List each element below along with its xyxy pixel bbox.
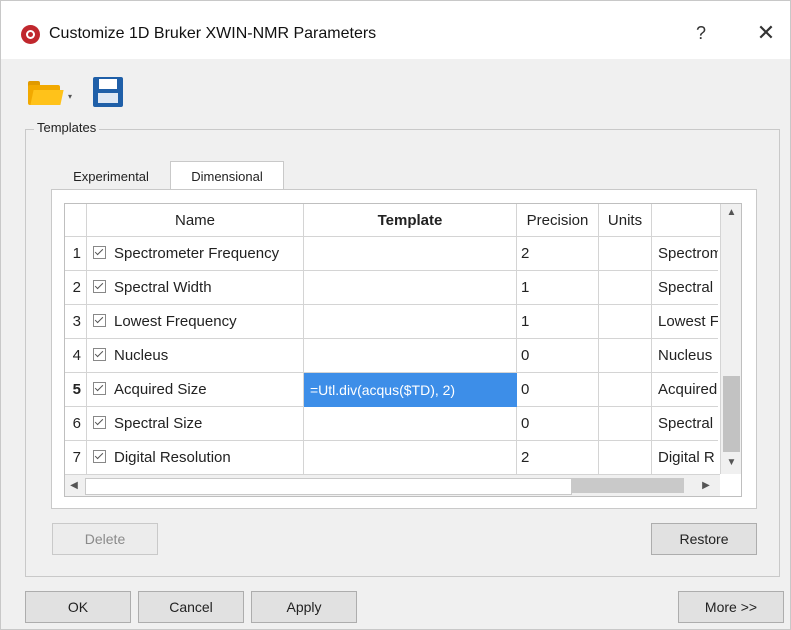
restore-button[interactable]: Restore [651, 523, 757, 555]
row-number[interactable]: 2 [65, 271, 87, 305]
templates-group-title: Templates [34, 120, 100, 135]
row-number[interactable]: 6 [65, 407, 87, 441]
units-cell[interactable] [599, 373, 652, 407]
name-cell[interactable]: Acquired Size [87, 373, 304, 407]
units-cell[interactable] [599, 441, 652, 475]
table-corner-header[interactable] [65, 204, 87, 237]
vertical-scrollbar[interactable]: ▲ ▼ [720, 204, 741, 474]
scroll-up-icon[interactable]: ▲ [721, 204, 741, 222]
description-cell[interactable]: Nucleus [652, 339, 718, 373]
apply-button[interactable]: Apply [251, 591, 357, 623]
window-title: Customize 1D Bruker XWIN-NMR Parameters [49, 25, 377, 42]
name-text: Digital Resolution [114, 449, 231, 466]
table-row[interactable]: 2 Spectral Width 1 Spectral [65, 271, 741, 305]
row-checkbox[interactable] [93, 280, 106, 293]
row-checkbox[interactable] [93, 416, 106, 429]
tab-dimensional[interactable]: Dimensional [170, 161, 284, 189]
customize-parameters-dialog: Customize 1D Bruker XWIN-NMR Parameters … [0, 0, 791, 630]
close-button[interactable]: ✕ [753, 19, 779, 47]
cancel-button[interactable]: Cancel [138, 591, 244, 623]
name-cell[interactable]: Nucleus [87, 339, 304, 373]
units-cell[interactable] [599, 305, 652, 339]
parameters-table: Name Template Precision Units 1 Spectrom… [64, 203, 742, 497]
row-number[interactable]: 5 [65, 373, 87, 407]
name-text: Nucleus [114, 347, 169, 364]
name-text: Lowest Frequency [114, 313, 237, 330]
template-cell[interactable] [304, 407, 517, 441]
ok-button[interactable]: OK [25, 591, 131, 623]
horizontal-scroll-track[interactable] [572, 478, 684, 493]
column-header-units[interactable]: Units [599, 204, 652, 237]
app-logo-icon [21, 25, 40, 44]
template-cell[interactable] [304, 237, 517, 271]
table-row[interactable]: 6 Spectral Size 0 Spectral [65, 407, 741, 441]
open-template-button[interactable]: ▾ [28, 77, 76, 107]
template-cell-selected[interactable]: =Utl.div(acqus($TD), 2) [304, 373, 517, 407]
precision-cell[interactable]: 2 [517, 441, 599, 475]
name-text: Spectral Size [114, 415, 203, 432]
table-row[interactable]: 7 Digital Resolution 2 Digital R [65, 441, 741, 475]
row-number[interactable]: 7 [65, 441, 87, 475]
horizontal-scroll-thumb[interactable] [85, 478, 572, 495]
row-number[interactable]: 1 [65, 237, 87, 271]
precision-cell[interactable]: 0 [517, 373, 599, 407]
template-cell[interactable] [304, 441, 517, 475]
description-cell[interactable]: Spectral [652, 407, 718, 441]
row-checkbox[interactable] [93, 348, 106, 361]
horizontal-scrollbar[interactable]: ◀ ▶ [65, 474, 720, 496]
units-cell[interactable] [599, 339, 652, 373]
description-cell[interactable]: Spectrometer [652, 237, 718, 271]
row-checkbox[interactable] [93, 314, 106, 327]
row-checkbox[interactable] [93, 450, 106, 463]
table-row[interactable]: 3 Lowest Frequency 1 Lowest F [65, 305, 741, 339]
name-cell[interactable]: Digital Resolution [87, 441, 304, 475]
scroll-right-icon[interactable]: ▶ [697, 475, 715, 496]
description-cell[interactable]: Lowest F [652, 305, 718, 339]
units-cell[interactable] [599, 237, 652, 271]
template-cell[interactable] [304, 339, 517, 373]
precision-cell[interactable]: 1 [517, 271, 599, 305]
row-checkbox[interactable] [93, 246, 106, 259]
tab-experimental[interactable]: Experimental [59, 161, 163, 189]
description-cell[interactable]: Acquired [652, 373, 718, 407]
name-text: Spectrometer Frequency [114, 245, 280, 262]
name-text: Spectral Width [114, 279, 212, 296]
units-cell[interactable] [599, 407, 652, 441]
table-row[interactable]: 4 Nucleus 0 Nucleus [65, 339, 741, 373]
row-checkbox[interactable] [93, 382, 106, 395]
precision-cell[interactable]: 2 [517, 237, 599, 271]
chevron-down-icon[interactable]: ▾ [68, 92, 72, 101]
column-header-precision[interactable]: Precision [517, 204, 599, 237]
scroll-left-icon[interactable]: ◀ [65, 475, 83, 496]
name-text: Acquired Size [114, 381, 207, 398]
row-number[interactable]: 4 [65, 339, 87, 373]
help-button[interactable]: ? [689, 19, 713, 47]
name-cell[interactable]: Spectrometer Frequency [87, 237, 304, 271]
row-number[interactable]: 3 [65, 305, 87, 339]
save-icon[interactable] [93, 77, 123, 107]
delete-button[interactable]: Delete [52, 523, 158, 555]
precision-cell[interactable]: 0 [517, 407, 599, 441]
template-cell[interactable] [304, 271, 517, 305]
name-cell[interactable]: Spectral Width [87, 271, 304, 305]
title-bar: Customize 1D Bruker XWIN-NMR Parameters … [1, 1, 790, 59]
units-cell[interactable] [599, 271, 652, 305]
precision-cell[interactable]: 1 [517, 305, 599, 339]
vertical-scroll-thumb[interactable] [723, 376, 740, 452]
name-cell[interactable]: Lowest Frequency [87, 305, 304, 339]
column-header-description[interactable] [652, 204, 720, 237]
scroll-down-icon[interactable]: ▼ [721, 454, 741, 472]
description-cell[interactable]: Spectral [652, 271, 718, 305]
name-cell[interactable]: Spectral Size [87, 407, 304, 441]
description-cell[interactable]: Digital R [652, 441, 718, 475]
column-header-name[interactable]: Name [87, 204, 304, 237]
precision-cell[interactable]: 0 [517, 339, 599, 373]
more-button[interactable]: More >> [678, 591, 784, 623]
table-row[interactable]: 1 Spectrometer Frequency 2 Spectrometer [65, 237, 741, 271]
column-header-template[interactable]: Template [304, 204, 517, 237]
template-cell[interactable] [304, 305, 517, 339]
table-row-selected[interactable]: 5 Acquired Size =Utl.div(acqus($TD), 2) … [65, 373, 741, 407]
